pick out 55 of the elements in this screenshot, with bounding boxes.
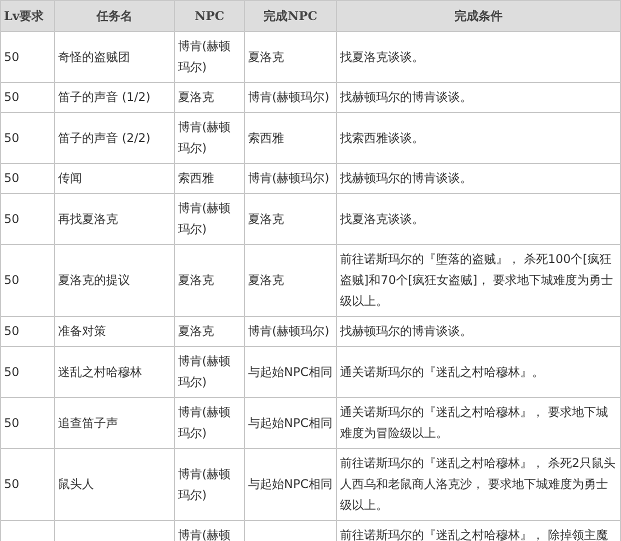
table-cell: 追查笛子声 bbox=[54, 398, 174, 448]
column-header: 完成条件 bbox=[336, 0, 620, 32]
table-cell: 50 bbox=[0, 82, 54, 112]
table-cell: 前往诺斯玛尔的『堕落的盗贼』， 杀死100个[疯狂盗贼]和70个[疯狂女盗贼]， 要求地下城难度为勇士级以上。 bbox=[336, 244, 620, 316]
table-cell: 笛子的声音 (2/2) bbox=[54, 112, 174, 164]
table-cell: 索西雅 bbox=[244, 112, 336, 164]
table-cell: 博肯(赫顿玛尔) bbox=[174, 112, 244, 164]
table-cell: 50 bbox=[0, 194, 54, 244]
table-cell: 博肯(赫顿玛尔) bbox=[174, 346, 244, 398]
table-cell: 找赫顿玛尔的博肯谈谈。 bbox=[336, 82, 620, 112]
table-cell: 博肯(赫顿玛尔) bbox=[244, 82, 336, 112]
table-cell: 鼠头人 bbox=[54, 448, 174, 520]
table-cell: 50 bbox=[0, 32, 54, 82]
table-cell: 夏洛克 bbox=[244, 194, 336, 244]
table-cell: 找赫顿玛尔的博肯谈谈。 bbox=[336, 316, 620, 346]
column-header: NPC bbox=[174, 0, 244, 32]
table-cell: 博肯(赫顿玛尔) bbox=[244, 164, 336, 194]
table-cell: 博肯(赫顿玛尔) bbox=[174, 448, 244, 520]
table-cell: 50 bbox=[0, 346, 54, 398]
table-cell: 传闻 bbox=[54, 164, 174, 194]
table-cell: 与起始NPC相同 bbox=[244, 346, 336, 398]
table-cell: 通关诺斯玛尔的『迷乱之村哈穆林』。 bbox=[336, 346, 620, 398]
table-cell: 博肯(赫顿玛尔) bbox=[174, 398, 244, 448]
table-cell: 笛子的声音 (1/2) bbox=[54, 82, 174, 112]
table-cell: 找夏洛克谈谈。 bbox=[336, 32, 620, 82]
table-cell: 50 bbox=[0, 244, 54, 316]
column-header: 完成NPC bbox=[244, 0, 336, 32]
table-cell: 博肯(赫顿玛尔) bbox=[174, 32, 244, 82]
table-cell: 夏洛克 bbox=[244, 32, 336, 82]
column-header: Lv要求 bbox=[0, 0, 54, 32]
table-cell: 找索西雅谈谈。 bbox=[336, 112, 620, 164]
table-cell: 准备对策 bbox=[54, 316, 174, 346]
table-cell: 索西雅 bbox=[174, 164, 244, 194]
table-cell: 夏洛克 bbox=[174, 244, 244, 316]
table-cell: 50 bbox=[0, 448, 54, 520]
column-header: 任务名 bbox=[54, 0, 174, 32]
table-cell: 找夏洛克谈谈。 bbox=[336, 194, 620, 244]
table-cell: 夏洛克 bbox=[244, 244, 336, 316]
table-cell: 与起始NPC相同 bbox=[244, 448, 336, 520]
table-cell: 再找夏洛克 bbox=[54, 194, 174, 244]
table-cell: 夏洛克 bbox=[174, 82, 244, 112]
table-cell: 夏洛克的提议 bbox=[54, 244, 174, 316]
table-cell: 50 bbox=[0, 164, 54, 194]
table-cell: 博肯(赫顿玛尔) bbox=[174, 194, 244, 244]
table-cell: 与起始NPC相同 bbox=[244, 398, 336, 448]
table-cell: 50 bbox=[0, 398, 54, 448]
table-cell: 通关诺斯玛尔的『迷乱之村哈穆林』， 要求地下城难度为冒险级以上。 bbox=[336, 398, 620, 448]
table-cell: 奇怪的盗贼团 bbox=[54, 32, 174, 82]
table-cell: 博肯(赫顿玛尔) bbox=[244, 316, 336, 346]
table-cell: 50 bbox=[0, 112, 54, 164]
table-cell: 迷乱之村哈穆林 bbox=[54, 346, 174, 398]
table-cell: 夏洛克 bbox=[174, 316, 244, 346]
table-cell: 找赫顿玛尔的博肯谈谈。 bbox=[336, 164, 620, 194]
table-cell: 50 bbox=[0, 316, 54, 346]
table-cell: 前往诺斯玛尔的『迷乱之村哈穆林』， 杀死2只鼠头人西乌和老鼠商人洛克沙， 要求地下城难度为勇士级以上。 bbox=[336, 448, 620, 520]
